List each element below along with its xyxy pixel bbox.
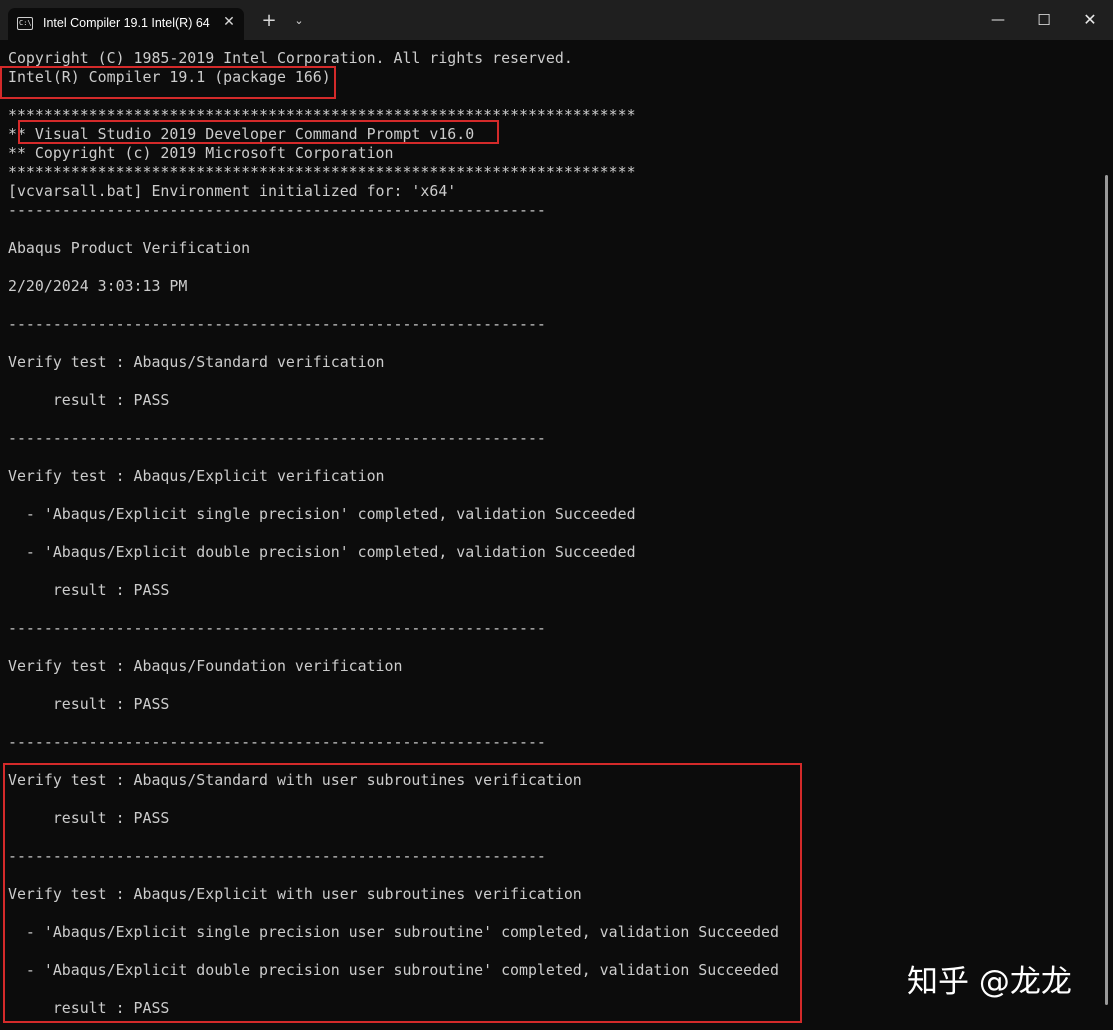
close-window-button[interactable]: ✕ [1067,0,1113,40]
tab-title: Intel Compiler 19.1 Intel(R) 64 [43,16,210,30]
terminal-line: Verify test : Abaqus/Explicit verificati… [8,467,385,485]
close-tab-icon[interactable]: ✕ [220,13,238,31]
terminal-line: ****************************************… [8,163,636,181]
terminal-line: ----------------------------------------… [8,201,546,219]
terminal-line: Verify test : Abaqus/Foundation verifica… [8,657,403,675]
terminal-line: ----------------------------------------… [8,315,546,333]
terminal-tab[interactable]: C:\ Intel Compiler 19.1 Intel(R) 64 ✕ [8,8,244,40]
new-tab-button[interactable]: + [258,10,280,32]
terminal-line: result : PASS [8,391,170,409]
terminal-line: ----------------------------------------… [8,619,546,637]
maximize-button[interactable]: ☐ [1021,0,1067,40]
highlight-box-user-subroutines [3,763,802,1023]
command-prompt-icon: C:\ [17,17,33,30]
terminal-line: ----------------------------------------… [8,429,546,447]
terminal-line: - 'Abaqus/Explicit double precision' com… [8,543,636,561]
minimize-button[interactable]: — [975,0,1021,40]
terminal-line: ** Copyright (c) 2019 Microsoft Corporat… [8,144,394,162]
terminal-line: Abaqus Product Verification [8,239,251,257]
title-bar: C:\ Intel Compiler 19.1 Intel(R) 64 ✕ + … [0,0,1113,40]
highlight-box-intel-compiler [0,66,336,99]
scrollbar[interactable] [1105,175,1108,1005]
chevron-down-icon[interactable]: ⌄ [288,10,310,32]
terminal-window: C:\ Intel Compiler 19.1 Intel(R) 64 ✕ + … [0,0,1113,1030]
watermark: 知乎 @龙龙 [907,964,1072,1000]
terminal-line: Verify test : Abaqus/Standard verificati… [8,353,385,371]
terminal-line: result : PASS [8,695,170,713]
terminal-line: result : PASS [8,581,170,599]
terminal-line: - 'Abaqus/Explicit single precision' com… [8,505,636,523]
highlight-box-visual-studio [18,120,499,144]
terminal-line: [vcvarsall.bat] Environment initialized … [8,182,457,200]
terminal-line: 2/20/2024 3:03:13 PM [8,277,188,295]
terminal-line: ----------------------------------------… [8,733,546,751]
